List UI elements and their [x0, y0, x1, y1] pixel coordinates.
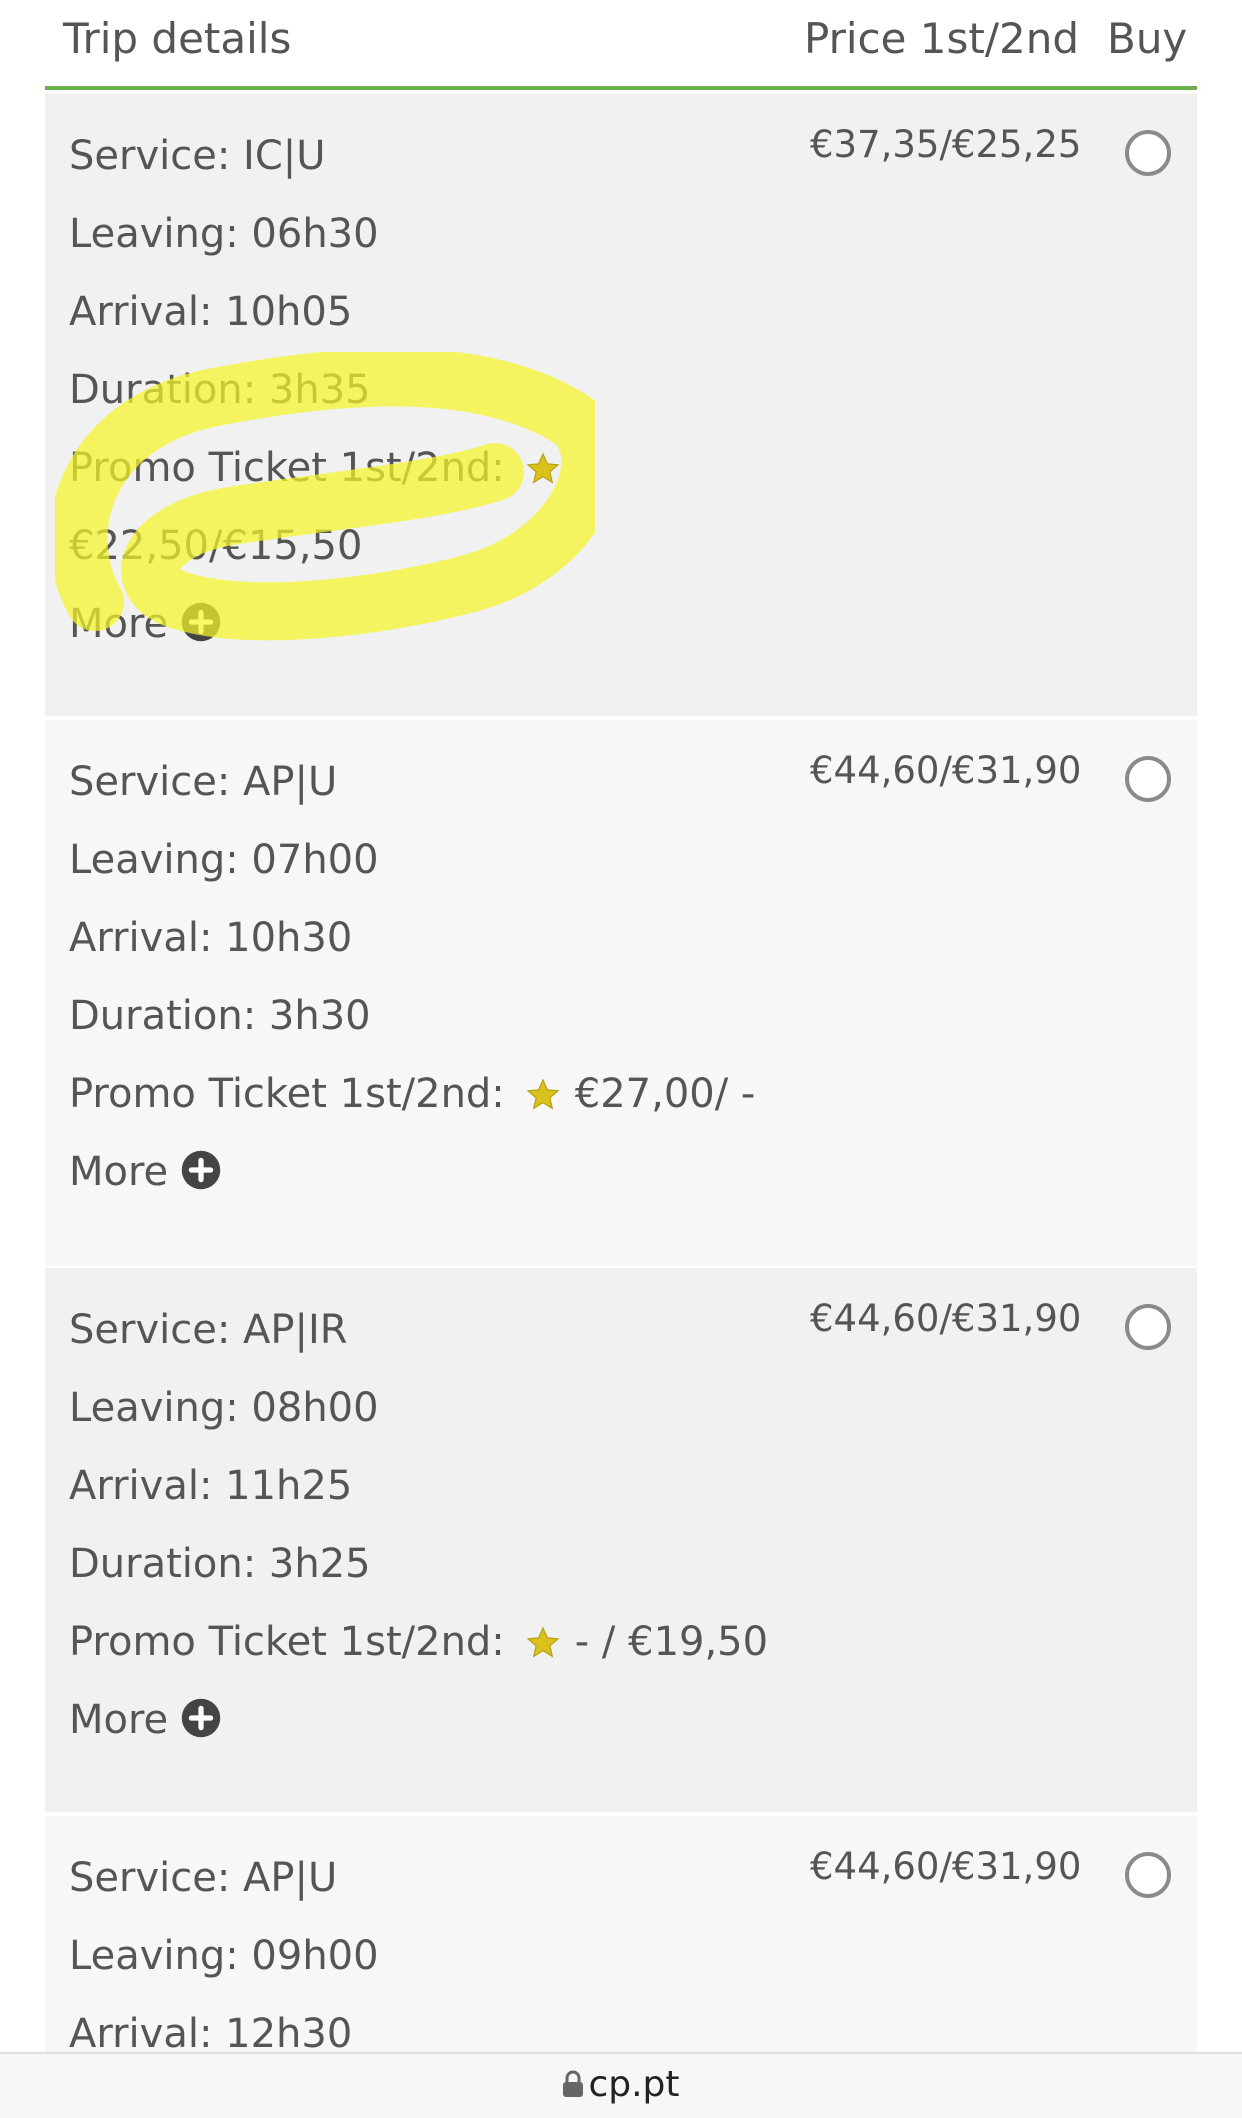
more-link[interactable]: More	[69, 600, 222, 654]
trip-price: €44,60/€31,90	[810, 1845, 1082, 1888]
trip-arrival: Arrival: 10h05	[69, 289, 353, 335]
header-buy: Buy	[1107, 14, 1188, 63]
star-icon	[525, 1076, 561, 1124]
trip-arrival: Arrival: 10h30	[69, 915, 353, 961]
trip-leaving: Leaving: 07h00	[69, 837, 379, 883]
url-display[interactable]: cp.pt	[562, 2064, 680, 2107]
trip-leaving: Leaving: 09h00	[69, 1933, 379, 1979]
trip-leaving: Leaving: 08h00	[69, 1385, 379, 1431]
trip-service: Service: AP|U	[69, 1855, 338, 1901]
buy-radio[interactable]	[1125, 756, 1171, 802]
plus-circle-icon[interactable]	[180, 1149, 222, 1202]
trip-price: €44,60/€31,90	[810, 749, 1082, 792]
header-price: Price 1st/2nd	[804, 14, 1080, 63]
trip-service: Service: AP|IR	[69, 1307, 348, 1353]
star-icon	[525, 450, 561, 498]
trip-duration: Duration: 3h35	[69, 367, 371, 413]
more-label: More	[69, 1697, 169, 1743]
trip-service: Service: IC|U	[69, 133, 326, 179]
plus-circle-icon[interactable]	[180, 601, 222, 654]
promo-label: Promo Ticket 1st/2nd:	[69, 1619, 505, 1665]
trip-promo: Promo Ticket 1st/2nd:	[69, 444, 575, 498]
page: Trip details Price 1st/2nd Buy Service: …	[0, 0, 1242, 2118]
promo-value: - / €19,50	[574, 1619, 769, 1665]
trip-price: €37,35/€25,25	[810, 123, 1082, 166]
more-link[interactable]: More	[69, 1148, 222, 1202]
trip-price: €44,60/€31,90	[810, 1297, 1082, 1340]
buy-radio[interactable]	[1125, 130, 1171, 176]
trip-row-1: Service: IC|U Leaving: 06h30 Arrival: 10…	[45, 94, 1197, 716]
table-header: Trip details Price 1st/2nd Buy	[45, 0, 1197, 90]
trip-duration: Duration: 3h30	[69, 993, 371, 1039]
browser-url-bar[interactable]: cp.pt	[0, 2052, 1242, 2118]
more-label: More	[69, 1149, 169, 1195]
trip-row-4: Service: AP|U Leaving: 09h00 Arrival: 12…	[45, 1816, 1197, 2057]
trip-promo: Promo Ticket 1st/2nd: - / €19,50	[69, 1618, 768, 1672]
trip-row-3: Service: AP|IR Leaving: 08h00 Arrival: 1…	[45, 1268, 1197, 1812]
promo-label: Promo Ticket 1st/2nd:	[69, 1071, 505, 1117]
buy-radio[interactable]	[1125, 1304, 1171, 1350]
trip-promo: Promo Ticket 1st/2nd: €27,00/ -	[69, 1070, 755, 1124]
header-trip-details: Trip details	[63, 14, 292, 63]
trip-duration: Duration: 3h25	[69, 1541, 371, 1587]
promo-value: €27,00/ -	[574, 1071, 756, 1117]
url-domain: cp.pt	[588, 2064, 680, 2105]
trip-leaving: Leaving: 06h30	[69, 211, 379, 257]
lock-icon	[562, 2066, 584, 2107]
star-icon	[525, 1624, 561, 1672]
trip-row-2: Service: AP|U Leaving: 07h00 Arrival: 10…	[45, 720, 1197, 1266]
buy-radio[interactable]	[1125, 1852, 1171, 1898]
trip-service: Service: AP|U	[69, 759, 338, 805]
trip-arrival: Arrival: 12h30	[69, 2011, 353, 2057]
more-label: More	[69, 601, 169, 647]
promo-label: Promo Ticket 1st/2nd:	[69, 445, 505, 491]
trip-arrival: Arrival: 11h25	[69, 1463, 353, 1509]
plus-circle-icon[interactable]	[180, 1697, 222, 1750]
promo-value: €22,50/€15,50	[69, 523, 363, 569]
more-link[interactable]: More	[69, 1696, 222, 1750]
